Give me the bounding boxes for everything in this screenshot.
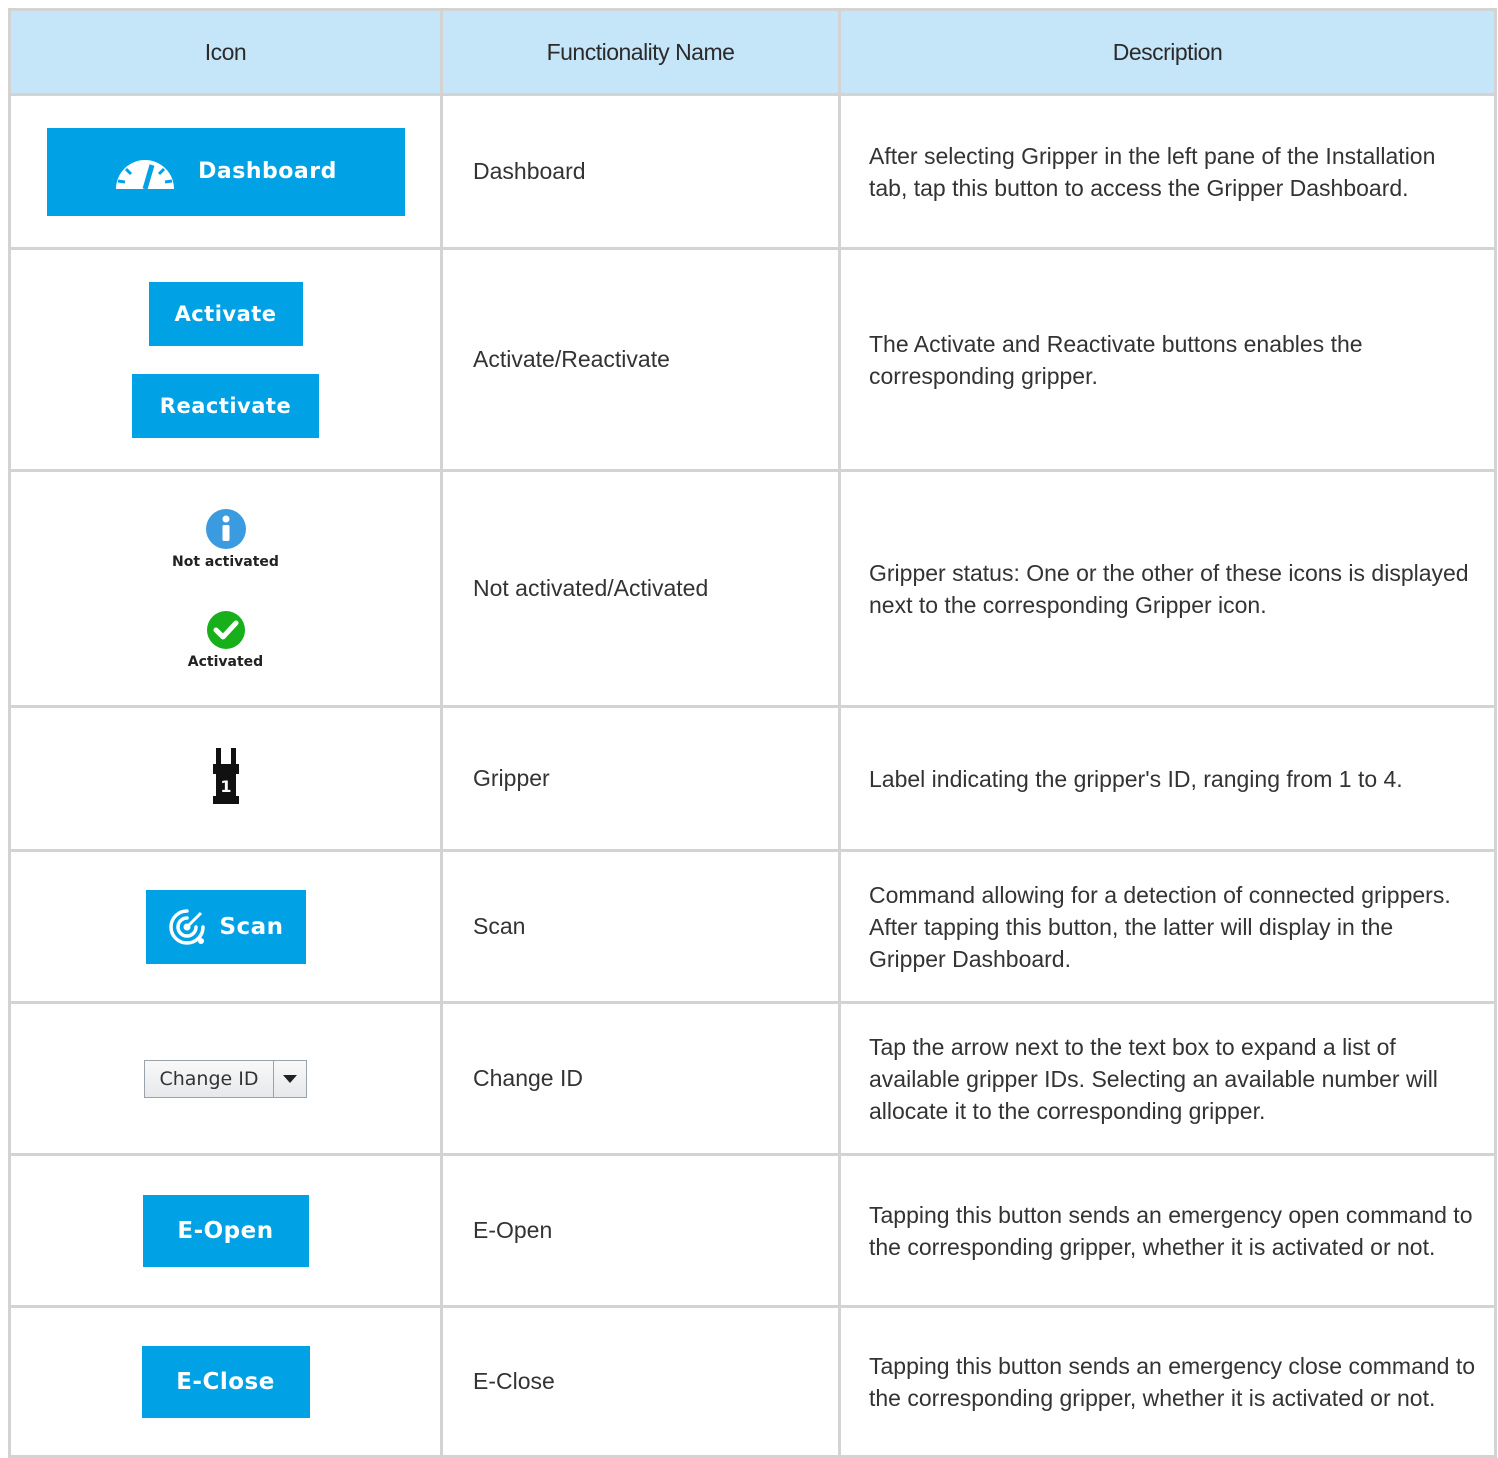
icon-cell: 1 (8, 705, 443, 852)
table-row: 1 Gripper Label indicating the gripper's… (8, 705, 1497, 852)
not-activated-label: Not activated (172, 553, 279, 570)
description-cell: Command allowing for a detection of conn… (838, 849, 1497, 1004)
check-icon (206, 610, 245, 649)
e-open-button[interactable]: E-Open (142, 1194, 309, 1267)
header-functionality-name: Functionality Name (440, 8, 841, 96)
table-header-row: Icon Functionality Name Description (8, 8, 1497, 96)
table-row: Dashboard Dashboard After selecting Grip… (8, 93, 1497, 250)
gripper-icon: 1 (212, 748, 239, 804)
gripper-id-number: 1 (220, 777, 231, 796)
reactivate-button[interactable]: Reactivate (132, 373, 319, 438)
description-cell: Tapping this button sends an emergency o… (838, 1153, 1497, 1308)
icon-cell: Activate Reactivate (8, 247, 443, 472)
description-cell: Label indicating the gripper's ID, rangi… (838, 705, 1497, 852)
icon-cell: Dashboard (8, 93, 443, 250)
dropdown-arrow-icon[interactable] (274, 1061, 306, 1097)
e-close-button[interactable]: E-Close (141, 1345, 310, 1418)
dashboard-gauge-icon (116, 159, 175, 189)
dashboard-button[interactable]: Dashboard (46, 127, 405, 216)
header-description: Description (838, 8, 1497, 96)
table-row: Activate Reactivate Activate/Reactivate … (8, 247, 1497, 472)
activate-button[interactable]: Activate (148, 281, 303, 346)
name-cell: E-Open (440, 1153, 841, 1308)
scan-button-label: Scan (219, 913, 284, 940)
name-cell: E-Close (440, 1305, 841, 1458)
table-row: E-Close E-Close Tapping this button send… (8, 1305, 1497, 1458)
change-id-select[interactable]: Change ID (144, 1059, 307, 1098)
description-cell: After selecting Gripper in the left pane… (838, 93, 1497, 250)
header-icon: Icon (8, 8, 443, 96)
change-id-value: Change ID (145, 1060, 274, 1097)
table-row: Change ID Change ID Tap the arrow next t… (8, 1001, 1497, 1156)
icon-cell: E-Close (8, 1305, 443, 1458)
table-row: E-Open E-Open Tapping this button sends … (8, 1153, 1497, 1308)
scan-radar-icon (169, 908, 206, 945)
table-row: Scan Scan Command allowing for a detecti… (8, 849, 1497, 1004)
dashboard-button-label: Dashboard (198, 159, 337, 184)
description-cell: Gripper status: One or the other of thes… (838, 469, 1497, 708)
name-cell: Change ID (440, 1001, 841, 1156)
name-cell: Gripper (440, 705, 841, 852)
table-row: Not activated Activated Not activated/Ac… (8, 469, 1497, 708)
icon-cell: Not activated Activated (8, 469, 443, 708)
functionality-table: Icon Functionality Name Description Dash… (8, 8, 1497, 1458)
name-cell: Activate/Reactivate (440, 247, 841, 472)
name-cell: Dashboard (440, 93, 841, 250)
info-icon (205, 508, 246, 549)
description-cell: Tap the arrow next to the text box to ex… (838, 1001, 1497, 1156)
icon-cell: Scan (8, 849, 443, 1004)
icon-cell: Change ID (8, 1001, 443, 1156)
activated-label: Activated (187, 653, 264, 670)
name-cell: Scan (440, 849, 841, 1004)
description-cell: Tapping this button sends an emergency c… (838, 1305, 1497, 1458)
name-cell: Not activated/Activated (440, 469, 841, 708)
scan-button[interactable]: Scan (145, 889, 306, 964)
description-cell: The Activate and Reactivate buttons enab… (838, 247, 1497, 472)
icon-cell: E-Open (8, 1153, 443, 1308)
